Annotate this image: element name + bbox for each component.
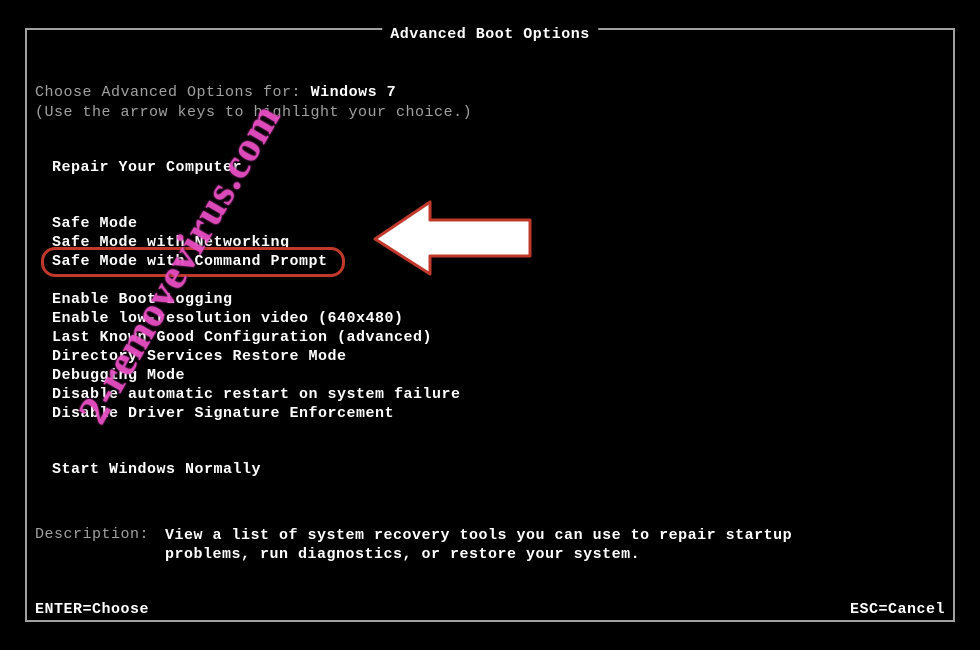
hint-line: (Use the arrow keys to highlight your ch… bbox=[35, 104, 472, 121]
menu-item-safe-mode[interactable]: Safe Mode bbox=[52, 214, 328, 233]
menu-item-disable-driver-sig[interactable]: Disable Driver Signature Enforcement bbox=[52, 404, 461, 423]
footer-esc: ESC=Cancel bbox=[850, 601, 945, 618]
menu-item-disable-auto-restart[interactable]: Disable automatic restart on system fail… bbox=[52, 385, 461, 404]
menu-item-safe-mode-cmd[interactable]: Safe Mode with Command Prompt bbox=[52, 252, 328, 271]
menu-item-ds-restore[interactable]: Directory Services Restore Mode bbox=[52, 347, 461, 366]
menu-item-safe-mode-networking[interactable]: Safe Mode with Networking bbox=[52, 233, 328, 252]
menu-group-repair: Repair Your Computer bbox=[52, 158, 242, 177]
page-title: Advanced Boot Options bbox=[382, 26, 598, 43]
menu-group-normal: Start Windows Normally bbox=[52, 460, 261, 479]
menu-group-safe-mode: Safe Mode Safe Mode with Networking Safe… bbox=[52, 214, 328, 271]
description-text: View a list of system recovery tools you… bbox=[165, 526, 885, 564]
menu-item-repair[interactable]: Repair Your Computer bbox=[52, 158, 242, 177]
menu-item-debugging[interactable]: Debugging Mode bbox=[52, 366, 461, 385]
choose-prefix: Choose Advanced Options for: bbox=[35, 84, 301, 101]
menu-item-boot-logging[interactable]: Enable Boot Logging bbox=[52, 290, 461, 309]
menu-item-last-known-good[interactable]: Last Known Good Configuration (advanced) bbox=[52, 328, 461, 347]
menu-group-advanced: Enable Boot Logging Enable low-resolutio… bbox=[52, 290, 461, 423]
choose-line: Choose Advanced Options for: Windows 7 bbox=[35, 84, 396, 101]
choose-os: Windows 7 bbox=[311, 84, 397, 101]
description-label: Description: bbox=[35, 526, 149, 543]
menu-item-low-res[interactable]: Enable low-resolution video (640x480) bbox=[52, 309, 461, 328]
footer-enter: ENTER=Choose bbox=[35, 601, 149, 618]
menu-item-start-normally[interactable]: Start Windows Normally bbox=[52, 460, 261, 479]
